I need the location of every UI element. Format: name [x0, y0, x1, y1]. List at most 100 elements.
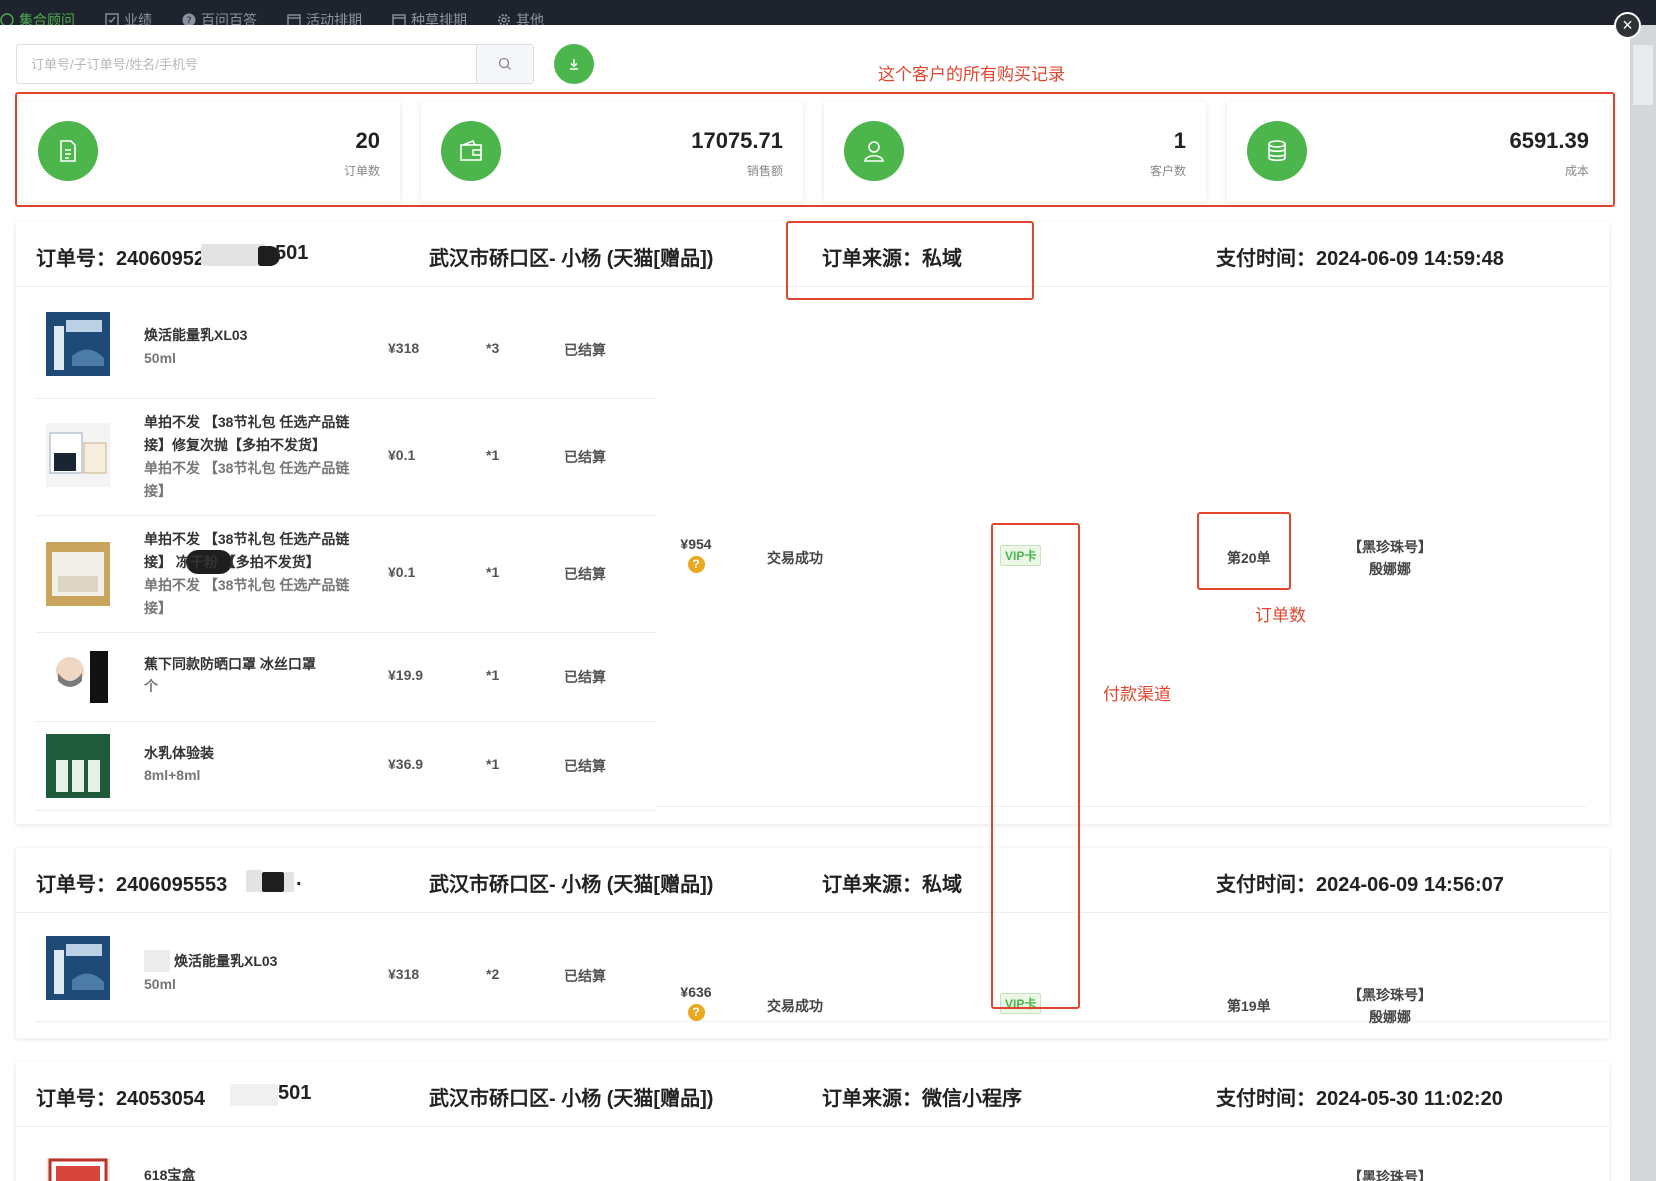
nav-item-advisor[interactable]: 集合顾问 [0, 10, 75, 25]
annotation-box-pay-channel [991, 523, 1080, 1009]
item-settlement: 已结算 [564, 758, 606, 774]
item-settlement: 已结算 [564, 342, 606, 358]
annotation-order-count: 订单数 [1255, 606, 1306, 625]
order-total: ¥954 ? [666, 536, 726, 573]
stat-value: 1 [1173, 128, 1186, 153]
close-icon: × [1622, 15, 1633, 35]
nav-item-performance[interactable]: 业绩 [105, 10, 152, 25]
question-icon[interactable]: ? [687, 556, 705, 573]
item-name: 蕉下同款防晒口罩 冰丝口罩 [144, 656, 316, 672]
order-number: 订单号：24060952 [36, 248, 205, 270]
nav-item-activity-schedule[interactable]: 活动排期 [287, 10, 362, 25]
product-image [46, 734, 110, 798]
nav-item-seeding-schedule[interactable]: 种草排期 [392, 10, 467, 25]
document-icon [38, 121, 98, 181]
item-quantity: *1 [486, 756, 500, 772]
redacted-region [246, 870, 262, 892]
search-input[interactable] [17, 45, 476, 83]
list-item: 水乳体验装 8ml+8ml ¥36.9 *1 已结算 [36, 722, 656, 811]
item-price: ¥0.1 [388, 564, 416, 580]
list-item: 蕉下同款防晒口罩 冰丝口罩 个 ¥19.9 *1 已结算 [36, 633, 656, 722]
order-status: 交易成功 [767, 550, 823, 566]
stat-card-customers: 1 客户数 [824, 102, 1206, 202]
list-item: 焕活能量乳XL03 50ml ¥318 *3 已结算 [36, 288, 656, 399]
close-button[interactable]: × [1614, 12, 1641, 39]
redacted-region [144, 950, 170, 972]
item-quantity: *3 [486, 340, 500, 356]
stat-card-cost: 6591.39 成本 [1227, 102, 1609, 202]
order-sequence: 第19单 [1227, 998, 1271, 1014]
pay-time: 支付时间：2024-06-09 14:56:07 [1216, 874, 1504, 896]
redacted-region [262, 872, 284, 892]
order-total-amount: ¥954 [680, 536, 712, 552]
item-settlement: 已结算 [564, 968, 606, 984]
item-quantity: *1 [486, 564, 500, 580]
order-address: 武汉市硚口区- 小杨 (天猫[赠品]) [429, 874, 714, 896]
question-icon[interactable]: ? [687, 1004, 705, 1021]
item-quantity: *1 [486, 447, 500, 463]
order-number: 订单号：2406095553 [36, 874, 228, 896]
item-spec: 50ml [144, 976, 176, 992]
item-price: ¥318 [388, 966, 420, 982]
annotation-payment-channel: 付款渠道 [1103, 685, 1171, 704]
search-box [16, 44, 534, 84]
calendar-icon [287, 14, 301, 25]
annotation-all-records: 这个客户的所有购买记录 [878, 65, 1065, 84]
item-name: 单拍不发 【38节礼包 任选产品链接】修复次抛【多拍不发货】 [144, 414, 350, 453]
product-image [46, 936, 110, 1000]
redacted-region [284, 872, 294, 892]
item-spec: 50ml [144, 350, 176, 366]
question-icon: ? [182, 13, 196, 25]
search-icon [498, 57, 511, 70]
nav-item-faq[interactable]: ? 百问百答 [182, 10, 257, 25]
gear-icon [498, 14, 510, 25]
order-number-tail: 501 [278, 1082, 312, 1104]
user-icon [844, 121, 904, 181]
stat-card-orders: 20 订单数 [18, 102, 400, 202]
nav-label: 百问百答 [201, 12, 257, 25]
item-price: ¥36.9 [388, 756, 424, 772]
item-price: ¥19.9 [388, 667, 424, 683]
annotation-box-order-count [1197, 512, 1291, 590]
item-name: 焕活能量乳XL03 [174, 953, 278, 969]
staff-name: 殷娜娜 [1369, 1009, 1411, 1025]
order-number-tail: . [296, 868, 302, 890]
staff-info: 【黑珍珠号】 殷娜娜 [1345, 536, 1435, 580]
svg-text:?: ? [186, 16, 191, 26]
pay-time: 支付时间：2024-06-09 14:59:48 [1216, 248, 1504, 270]
item-settlement: 已结算 [564, 669, 606, 685]
order-total-amount: ¥636 [680, 984, 712, 1000]
item-settlement: 已结算 [564, 449, 606, 465]
stat-label: 客户数 [1149, 164, 1186, 178]
search-button[interactable] [476, 45, 533, 83]
product-image [46, 542, 110, 606]
stat-value: 20 [355, 128, 380, 153]
redacted-region [201, 244, 265, 266]
stat-label: 成本 [1564, 164, 1589, 178]
chat-icon [0, 13, 14, 25]
staff-info: 【黑珍珠号】 [1345, 1166, 1435, 1181]
purchase-records-modal: 这个客户的所有购买记录 20 订单数 17075.71 销售额 1 客户数 65… [0, 25, 1630, 1181]
list-item: 单拍不发 【38节礼包 任选产品链接】修复次抛【多拍不发货】 单拍不发 【38节… [36, 399, 656, 516]
database-icon [1247, 121, 1307, 181]
staff-account: 【黑珍珠号】 [1348, 1169, 1432, 1181]
item-spec: 单拍不发 【38节礼包 任选产品链接】 [144, 577, 350, 616]
download-button[interactable] [554, 44, 594, 84]
divider [656, 806, 1586, 807]
staff-info: 【黑珍珠号】 殷娜娜 [1345, 984, 1435, 1028]
stat-value: 17075.71 [691, 128, 783, 153]
nav-item-other[interactable]: 其他 [497, 10, 544, 25]
download-icon [570, 59, 578, 70]
product-image [46, 1158, 110, 1181]
item-quantity: *2 [486, 966, 500, 982]
item-spec: 个 [144, 678, 158, 694]
order-header: 订单号：24053054 501 武汉市硚口区- 小杨 (天猫[赠品]) 订单来… [16, 1062, 1609, 1127]
checkbox-icon [105, 13, 119, 25]
annotation-box-source [786, 221, 1034, 300]
item-spec: 单拍不发 【38节礼包 任选产品链接】 [144, 460, 350, 499]
stat-value: 6591.39 [1509, 128, 1589, 153]
item-quantity: *1 [486, 667, 500, 683]
stat-card-sales: 17075.71 销售额 [421, 102, 803, 202]
item-name: 水乳体验装 [144, 745, 214, 761]
item-spec: 8ml+8ml [144, 767, 201, 783]
